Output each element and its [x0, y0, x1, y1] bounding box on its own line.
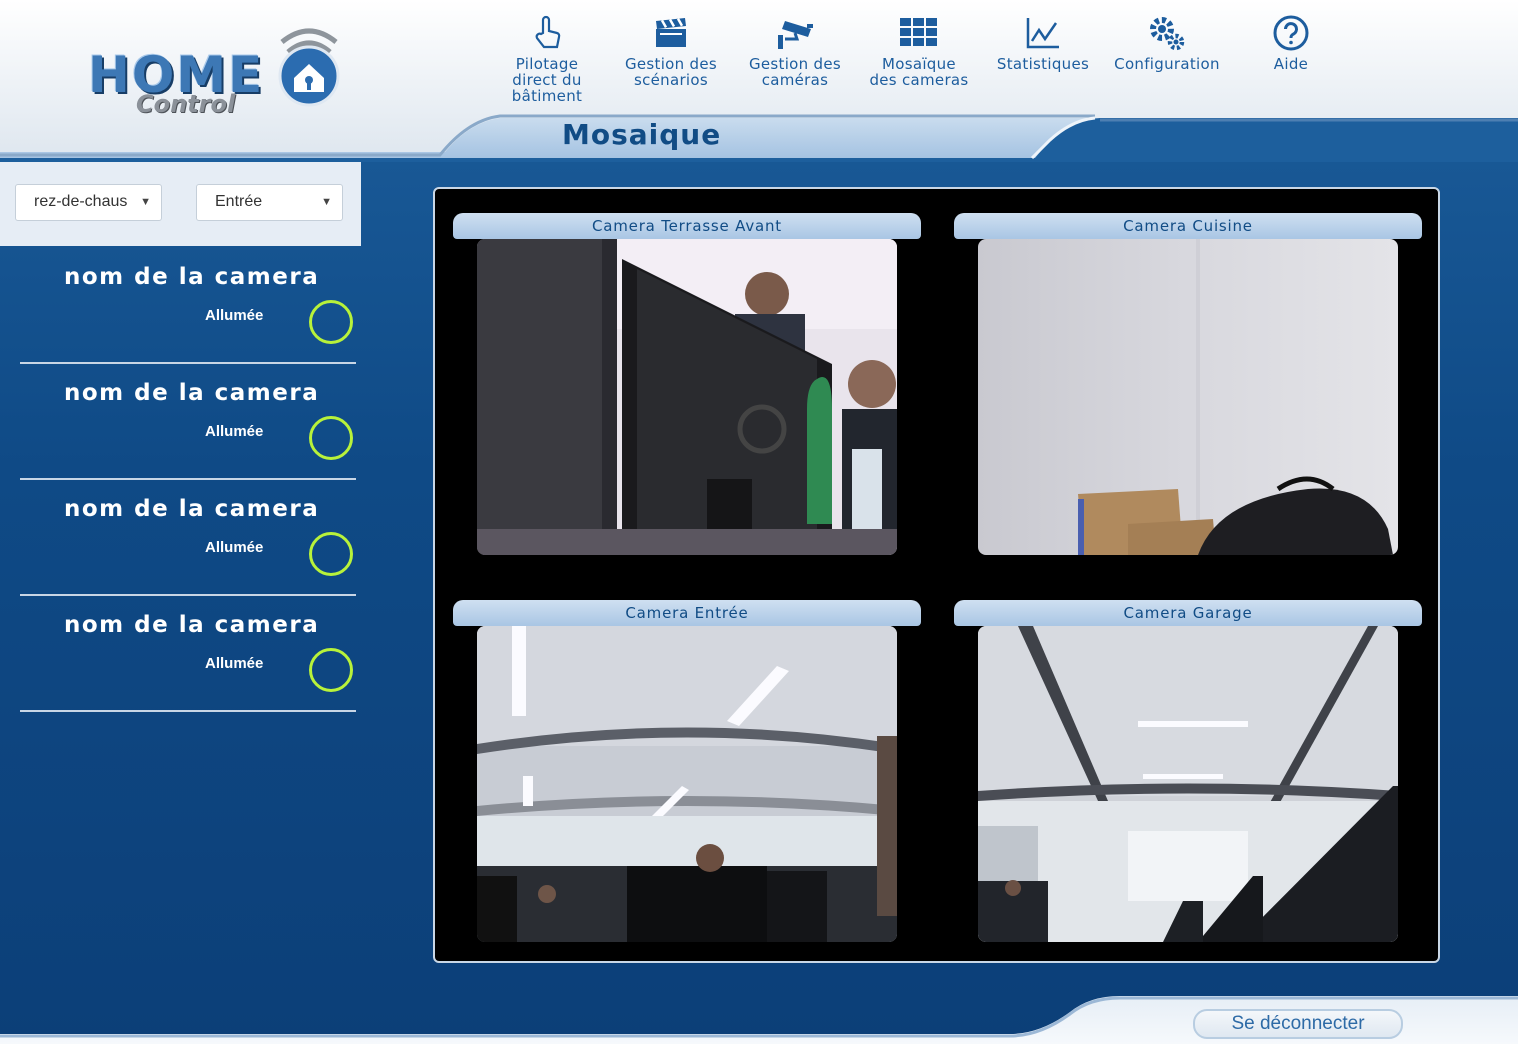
nav-pilotage[interactable]: Pilotage direct du bâtiment	[485, 10, 609, 110]
camera-list-item[interactable]: nom de la camera Allumée	[20, 364, 356, 480]
nav-label: Pilotage direct du bâtiment	[511, 55, 583, 105]
camera-name: nom de la camera	[64, 380, 320, 406]
filter-bar: rez-de-chaus ▼ Entrée ▼	[0, 162, 361, 246]
camera-feed-image	[477, 626, 897, 942]
nav-scenarios[interactable]: Gestion des scénarios	[609, 10, 733, 110]
floor-select-value: rez-de-chaus	[34, 193, 128, 210]
camera-mosaic: Camera Terrasse Avant Camera Cuisine Cam…	[433, 187, 1440, 963]
logout-button[interactable]: Se déconnecter	[1193, 1009, 1403, 1039]
page-title: Mosaique	[562, 118, 722, 151]
room-select[interactable]: Entrée ▼	[196, 184, 343, 221]
nav-label: Configuration	[1114, 55, 1220, 73]
house-wifi-icon	[278, 28, 340, 107]
nav-label: Statistiques	[996, 55, 1090, 73]
camera-tile: Camera Terrasse Avant	[453, 213, 921, 555]
logo-control-text: Control	[136, 90, 236, 118]
nav-configuration[interactable]: Configuration	[1105, 10, 1229, 110]
camera-list-item[interactable]: nom de la camera Allumée	[20, 248, 356, 364]
header: HOME Control Pilotage direct du bâtiment…	[0, 0, 1518, 162]
camera-feed[interactable]	[978, 239, 1398, 555]
camera-status: Allumée	[205, 539, 264, 556]
camera-list-item[interactable]: nom de la camera Allumée	[20, 480, 356, 596]
camera-list-item[interactable]: nom de la camera Allumée	[20, 596, 356, 712]
security-camera-icon	[775, 10, 815, 56]
camera-feed-image	[978, 239, 1398, 555]
camera-tile-title: Camera Garage	[954, 600, 1422, 626]
nav-label: Gestion des scénarios	[624, 55, 718, 89]
camera-name: nom de la camera	[64, 264, 320, 290]
grid-icon	[900, 10, 938, 56]
camera-feed[interactable]	[978, 626, 1398, 942]
camera-list: nom de la camera Allumée nom de la camer…	[20, 248, 356, 712]
logo: HOME Control	[88, 24, 348, 124]
camera-power-toggle[interactable]	[309, 648, 353, 692]
camera-power-toggle[interactable]	[309, 416, 353, 460]
camera-feed-image	[477, 239, 897, 555]
dropdown-arrow-icon: ▼	[140, 196, 151, 208]
clapperboard-icon	[654, 10, 688, 56]
camera-tile-title: Camera Cuisine	[954, 213, 1422, 239]
help-circle-icon	[1272, 10, 1310, 56]
camera-status: Allumée	[205, 307, 264, 324]
nav-mosaic[interactable]: Mosaïque des cameras	[857, 10, 981, 110]
dropdown-arrow-icon: ▼	[321, 196, 332, 208]
camera-power-toggle[interactable]	[309, 532, 353, 576]
main-nav: Pilotage direct du bâtiment Gestion des …	[485, 10, 1353, 110]
camera-tile-title: Camera Entrée	[453, 600, 921, 626]
floor-select[interactable]: rez-de-chaus ▼	[15, 184, 162, 221]
camera-name: nom de la camera	[64, 612, 320, 638]
gears-icon	[1147, 10, 1187, 56]
nav-label: Aide	[1273, 55, 1309, 73]
camera-status: Allumée	[205, 423, 264, 440]
camera-name: nom de la camera	[64, 496, 320, 522]
camera-tile-title: Camera Terrasse Avant	[453, 213, 921, 239]
hand-pointer-icon	[532, 10, 562, 56]
nav-label: Mosaïque des cameras	[869, 55, 969, 89]
camera-feed-image	[978, 626, 1398, 942]
camera-feed[interactable]	[477, 239, 897, 555]
camera-power-toggle[interactable]	[309, 300, 353, 344]
nav-help[interactable]: Aide	[1229, 10, 1353, 110]
camera-tile: Camera Entrée	[453, 600, 921, 942]
line-chart-icon	[1026, 10, 1060, 56]
nav-statistics[interactable]: Statistiques	[981, 10, 1105, 110]
camera-tile: Camera Cuisine	[954, 213, 1422, 555]
camera-tile: Camera Garage	[954, 600, 1422, 942]
nav-camera-management[interactable]: Gestion des caméras	[733, 10, 857, 110]
camera-feed[interactable]	[477, 626, 897, 942]
camera-status: Allumée	[205, 655, 264, 672]
room-select-value: Entrée	[215, 193, 263, 210]
nav-label: Gestion des caméras	[748, 55, 842, 89]
